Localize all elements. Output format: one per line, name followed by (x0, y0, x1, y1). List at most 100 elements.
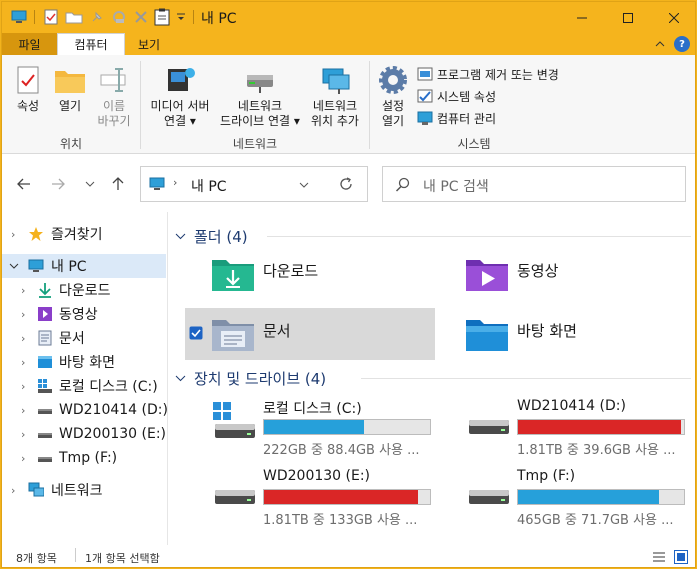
folder-item-downloads[interactable]: 다운로드 (185, 244, 435, 296)
pc-app-icon[interactable] (10, 8, 28, 26)
media-server-button[interactable]: 미디어 서버 연결 ▾ (145, 65, 215, 129)
properties-quick-icon[interactable] (42, 8, 60, 26)
new-folder-quick-icon[interactable] (64, 8, 84, 26)
properties-button[interactable]: 속성 (10, 65, 46, 114)
tab-view[interactable]: 보기 (125, 33, 173, 55)
up-button[interactable] (108, 174, 128, 194)
search-input[interactable]: 내 PC 검색 (423, 176, 489, 196)
system-properties-label: 시스템 속성 (437, 89, 497, 104)
sidebar-item-label: 문서 (59, 331, 85, 347)
chevron-right-icon[interactable]: › (21, 404, 25, 417)
details-view-icon[interactable] (652, 551, 666, 563)
computer-management-icon (417, 111, 433, 125)
sidebar-item-this-pc[interactable]: 내 PC (2, 254, 166, 278)
customize-quick-access-icon[interactable] (174, 8, 188, 26)
arrow-right-icon (52, 178, 65, 190)
help-icon[interactable]: ? (674, 36, 690, 52)
drive-usage-bar (263, 489, 431, 505)
sidebar-item-drive-f[interactable]: › Tmp (F:) (2, 446, 166, 470)
sidebar-item-downloads[interactable]: › 다운로드 (2, 278, 166, 302)
drive-item-d[interactable]: WD210414 (D:) 1.81TB 중 39.6GB 사용 ... (439, 396, 689, 460)
folder-item-desktop[interactable]: 바탕 화면 (439, 308, 689, 360)
forward-button[interactable] (48, 174, 68, 194)
tab-file[interactable]: 파일 (2, 33, 57, 55)
chevron-right-icon[interactable]: › (21, 380, 25, 393)
address-text[interactable]: 내 PC (191, 176, 227, 196)
uninstall-program-button[interactable]: 프로그램 제거 또는 변경 (417, 64, 559, 84)
delete-quick-icon[interactable] (132, 8, 150, 26)
drive-item-c[interactable]: 로컬 디스크 (C:) 222GB 중 88.4GB 사용 ... (185, 396, 435, 460)
properties-icon (17, 66, 39, 94)
drive-icon (38, 433, 52, 438)
chevron-right-icon[interactable]: › (11, 484, 15, 497)
chevron-down-icon (175, 233, 186, 240)
media-server-label-2: 연결 ▾ (164, 114, 196, 128)
large-icons-view-icon[interactable] (674, 550, 688, 564)
sidebar-item-drive-d[interactable]: › WD210414 (D:) (2, 398, 168, 422)
tab-computer[interactable]: 컴퓨터 (57, 33, 125, 55)
group-label-location: 위치 (59, 137, 83, 151)
recent-locations-button[interactable] (80, 174, 100, 194)
sidebar-item-documents[interactable]: › 문서 (2, 326, 166, 350)
chevron-right-icon[interactable]: › (21, 452, 25, 465)
chevron-right-icon[interactable]: › (21, 308, 25, 321)
drive-name: WD200130 (E:) (263, 468, 371, 484)
minimize-button[interactable] (559, 2, 605, 33)
clipboard-quick-icon[interactable] (152, 8, 172, 26)
explorer-window: 내 PC 파일 컴퓨터 보기 ? 속성 열기 이름 바꾸기 위치 미디어 서버 … (1, 1, 696, 568)
drive-name: Tmp (F:) (517, 468, 576, 484)
address-bar[interactable]: › 내 PC (140, 166, 368, 202)
checkbox-checked-icon[interactable] (189, 326, 203, 340)
chevron-right-icon[interactable]: › (21, 356, 25, 369)
open-button[interactable]: 열기 (52, 65, 88, 114)
chevron-right-icon[interactable]: › (21, 284, 25, 297)
rename-button[interactable]: 이름 바꾸기 (94, 65, 134, 129)
open-settings-button[interactable]: 설정 열기 (374, 65, 412, 129)
settings-label-1: 설정 (381, 99, 405, 113)
drive-icon (215, 490, 255, 504)
network-icon (28, 482, 44, 497)
close-button[interactable] (651, 2, 695, 33)
drives-group-header[interactable]: 장치 및 드라이브 (4) (175, 368, 691, 389)
sidebar-item-videos[interactable]: › 동영상 (2, 302, 166, 326)
back-button[interactable] (14, 174, 34, 194)
sidebar-item-quick-access[interactable]: › 즐겨찾기 (2, 222, 166, 246)
map-network-drive-button[interactable]: 네트워크 드라이브 연결 ▾ (216, 65, 304, 129)
drive-icon (469, 490, 509, 504)
maximize-icon (623, 12, 633, 23)
drive-icon (38, 409, 52, 414)
videos-folder-icon (466, 260, 508, 291)
add-network-location-button[interactable]: 네트워크 위치 추가 (304, 65, 366, 129)
sidebar-item-drive-e[interactable]: › WD200130 (E:) (2, 422, 166, 446)
folder-item-videos[interactable]: 동영상 (439, 244, 689, 296)
chevron-down-icon[interactable] (9, 263, 19, 269)
desktop-folder-icon (466, 320, 508, 351)
undo-quick-icon[interactable] (110, 8, 128, 26)
computer-management-label: 컴퓨터 관리 (437, 111, 497, 126)
folder-item-documents[interactable]: 문서 (185, 308, 435, 360)
refresh-icon[interactable] (339, 177, 353, 191)
system-properties-button[interactable]: 시스템 속성 (417, 86, 496, 106)
sidebar-item-desktop[interactable]: › 바탕 화면 (2, 350, 166, 374)
sidebar-item-drive-c[interactable]: › 로컬 디스크 (C:) (2, 374, 166, 398)
sidebar-item-network[interactable]: › 네트워크 (2, 478, 166, 502)
search-box[interactable]: 내 PC 검색 (382, 166, 686, 202)
drive-item-f[interactable]: Tmp (F:) 465GB 중 71.7GB 사용 ... (439, 466, 689, 530)
maximize-button[interactable] (605, 2, 651, 33)
network-location-icon (322, 68, 350, 94)
address-dropdown-icon[interactable] (299, 182, 309, 188)
pin-quick-icon[interactable] (88, 8, 106, 26)
drive-item-e[interactable]: WD200130 (E:) 1.81TB 중 133GB 사용 ... (185, 466, 435, 530)
group-label-system: 시스템 (457, 137, 491, 151)
arrow-left-icon (17, 178, 30, 190)
computer-management-button[interactable]: 컴퓨터 관리 (417, 108, 496, 128)
ribbon-collapse-button[interactable] (653, 37, 667, 51)
folder-name: 다운로드 (263, 262, 319, 280)
chevron-right-icon[interactable]: › (11, 228, 15, 241)
chevron-right-icon[interactable]: › (21, 332, 25, 345)
media-server-icon (168, 68, 195, 91)
programs-icon (417, 67, 433, 81)
download-icon (39, 283, 51, 298)
drive-icon (469, 420, 509, 434)
chevron-right-icon[interactable]: › (21, 428, 25, 441)
